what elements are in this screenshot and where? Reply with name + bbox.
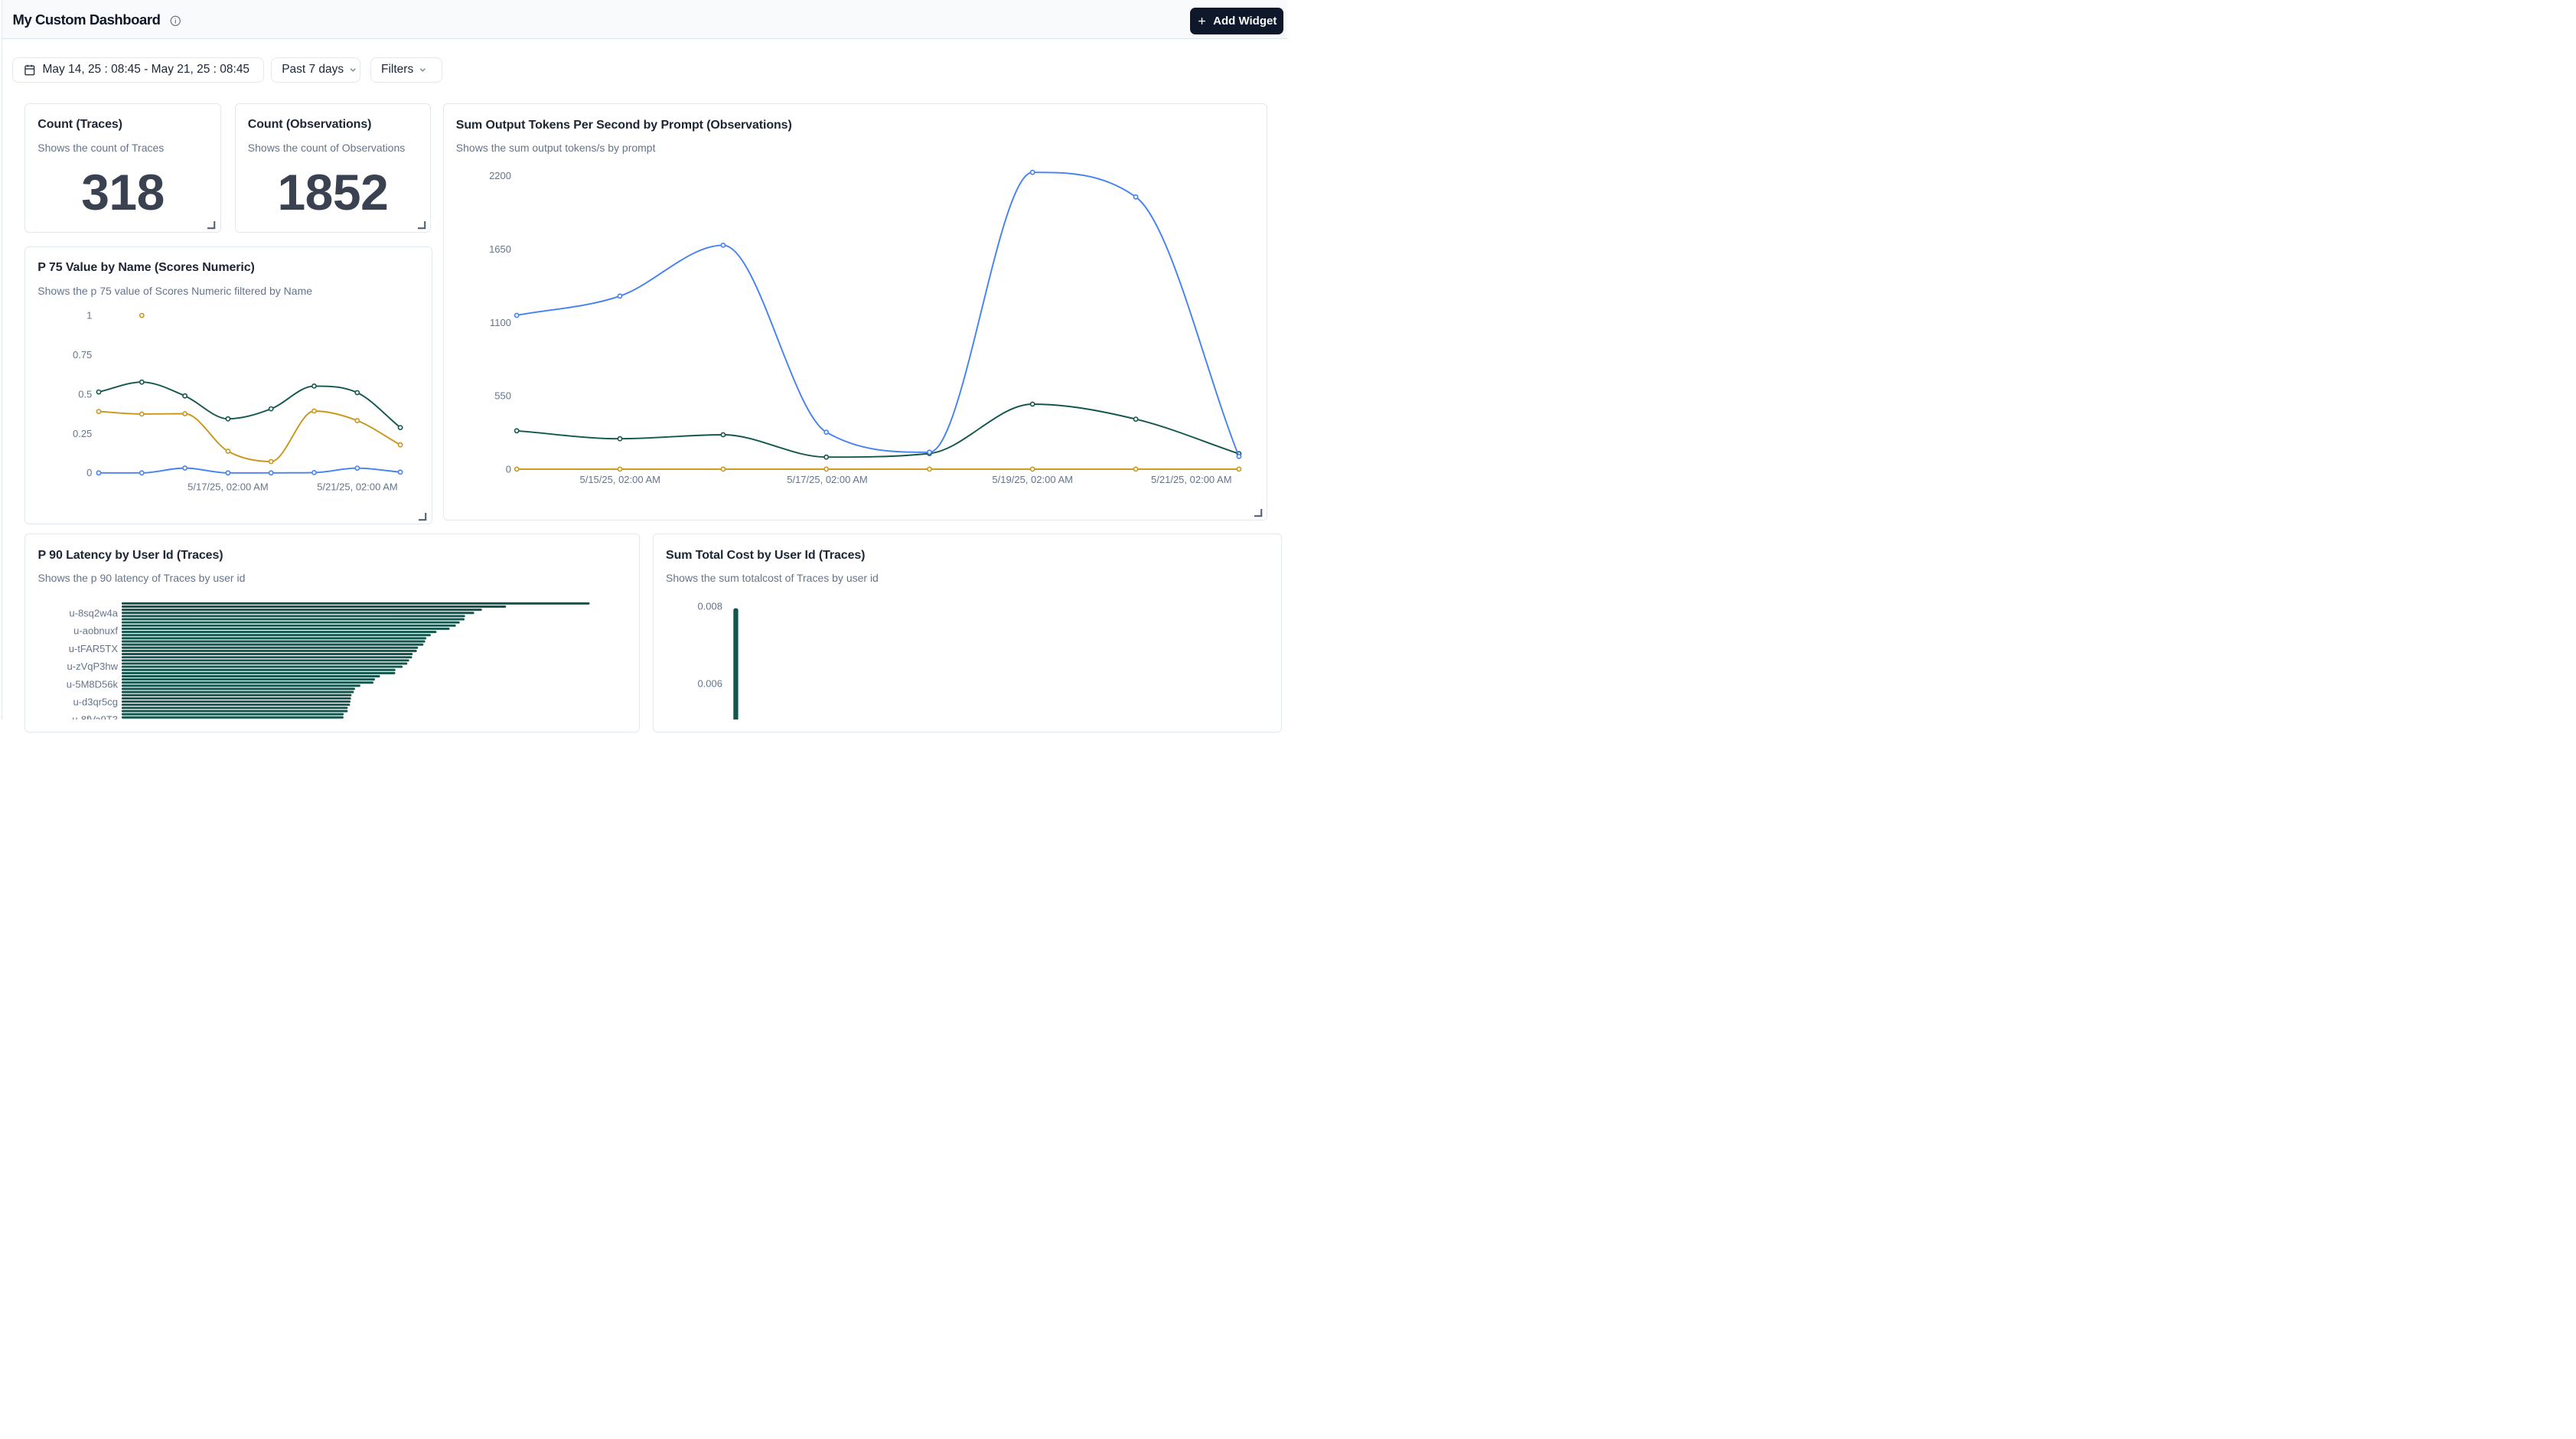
svg-text:1: 1	[86, 310, 92, 321]
svg-text:5/15/25, 02:00 AM: 5/15/25, 02:00 AM	[579, 474, 660, 485]
svg-text:0.25: 0.25	[73, 428, 92, 439]
svg-text:1650: 1650	[489, 243, 511, 255]
svg-text:5/19/25, 02:00 AM: 5/19/25, 02:00 AM	[992, 474, 1073, 485]
svg-text:5/21/25, 02:00 AM: 5/21/25, 02:00 AM	[1151, 474, 1232, 485]
svg-text:5/21/25, 02:00 AM: 5/21/25, 02:00 AM	[317, 481, 398, 493]
svg-text:5/17/25, 02:00 AM: 5/17/25, 02:00 AM	[187, 481, 269, 493]
svg-text:2200: 2200	[489, 170, 511, 181]
svg-text:u-tFAR5TX: u-tFAR5TX	[69, 643, 119, 654]
svg-text:0.5: 0.5	[78, 389, 92, 400]
svg-text:0.008: 0.008	[697, 601, 722, 612]
svg-text:u-5M8D56k: u-5M8D56k	[67, 678, 119, 690]
svg-text:u-8fVa9T3: u-8fVa9T3	[72, 714, 118, 720]
svg-text:0.75: 0.75	[73, 349, 92, 361]
svg-text:550: 550	[494, 390, 511, 402]
svg-text:1100: 1100	[490, 317, 511, 328]
svg-text:0: 0	[506, 463, 511, 475]
svg-text:u-d3qr5cg: u-d3qr5cg	[73, 697, 118, 708]
svg-text:5/17/25, 02:00 AM: 5/17/25, 02:00 AM	[787, 474, 868, 485]
svg-text:u-8sq2w4a: u-8sq2w4a	[69, 608, 118, 619]
svg-text:u-zVqP3hw: u-zVqP3hw	[67, 661, 119, 672]
svg-text:0: 0	[86, 467, 92, 478]
svg-text:u-aobnuxf: u-aobnuxf	[73, 625, 118, 637]
svg-text:0.006: 0.006	[697, 678, 722, 690]
